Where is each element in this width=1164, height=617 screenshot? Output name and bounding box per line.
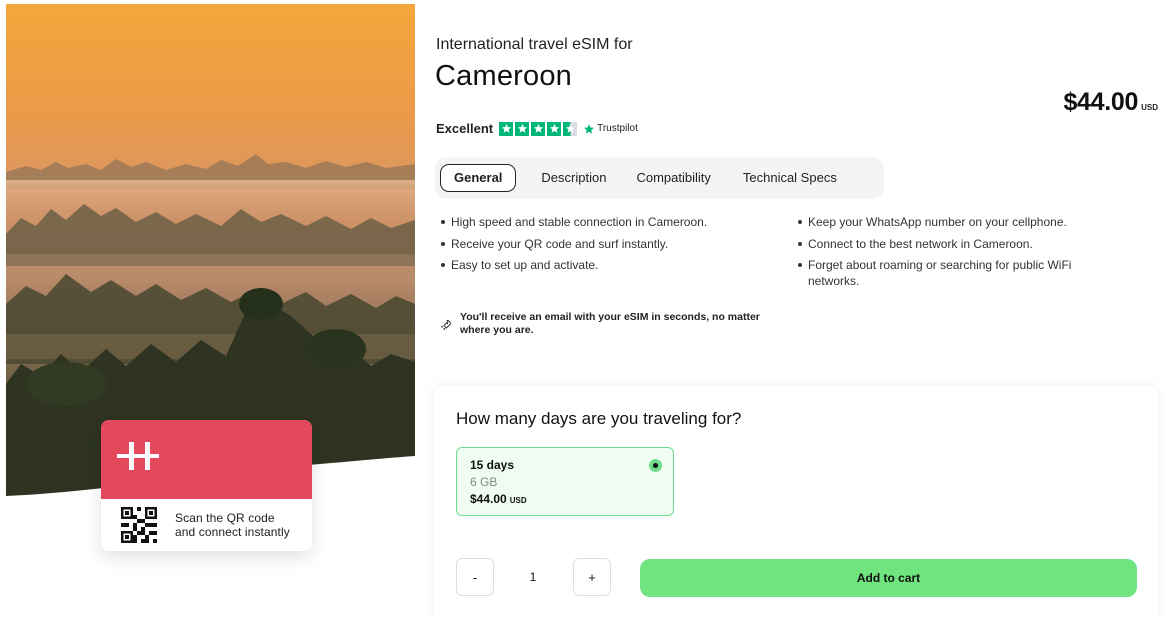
rating-stars [499,121,578,136]
list-item: Connect to the best network in Cameroon. [797,236,1117,252]
add-to-cart-button[interactable]: Add to cart [640,559,1137,597]
price-amount: $44.00 [1063,88,1139,116]
esim-card-body: Scan the QR code and connect instantly [101,499,312,551]
trustpilot-logo: Trustpilot [583,123,638,135]
quantity-decrease-button[interactable]: - [456,558,494,596]
quantity-increase-button[interactable]: + [573,558,611,596]
list-item: Easy to set up and activate. [440,257,780,273]
tab-technical-specs[interactable]: Technical Specs [730,164,850,192]
product-price: $44.00 USD [1063,88,1158,117]
esim-card: Scan the QR code and connect instantly [101,420,312,551]
list-item: Forget about roaming or searching for pu… [797,257,1117,289]
plan-radio-selected[interactable] [649,459,662,472]
list-item: High speed and stable connection in Came… [440,214,780,230]
rocket-icon [441,320,451,330]
delivery-note: You'll receive an email with your eSIM i… [440,311,780,337]
rating-label: Excellent [436,121,494,136]
esim-card-header [101,420,312,499]
delivery-note-text: You'll receive an email with your eSIM i… [460,311,760,336]
features-list-left: High speed and stable connection in Came… [440,214,780,279]
trustpilot-label: Trustpilot [597,123,638,134]
plan-price: $44.00 USD [470,492,660,506]
qr-code-icon [121,507,157,543]
page-title: Cameroon [435,60,572,92]
product-subtitle: International travel eSIM for [436,36,633,53]
plan-price-amount: $44.00 [470,492,507,506]
list-item: Keep your WhatsApp number on your cellph… [797,214,1117,230]
features-list-right: Keep your WhatsApp number on your cellph… [797,214,1117,295]
days-question: How many days are you traveling for? [456,409,742,428]
tab-general[interactable]: General [440,164,517,192]
star-icon [515,121,530,136]
plan-data: 6 GB [470,475,498,489]
star-icon [547,121,562,136]
plan-price-currency: USD [509,496,527,505]
esim-card-text: Scan the QR code and connect instantly [175,510,290,540]
tab-description[interactable]: Description [528,164,619,192]
product-tabs: General Description Compatibility Techni… [435,157,884,199]
holafly-logo [117,442,159,470]
star-icon [531,121,546,136]
star-icon [499,121,514,136]
plan-option-15-days[interactable]: 15 days 6 GB $44.00 USD [456,447,674,516]
tab-compatibility[interactable]: Compatibility [623,164,723,192]
trustpilot-rating[interactable]: Excellent Trustpilot [436,121,638,136]
purchase-panel: How many days are you traveling for? 15 … [434,386,1158,617]
list-item: Receive your QR code and surf instantly. [440,236,780,252]
quantity-value[interactable]: 1 [514,558,552,596]
price-currency: USD [1141,103,1158,112]
plan-days: 15 days [470,458,515,472]
half-star-icon [563,121,578,136]
trustpilot-star-icon [584,123,595,134]
